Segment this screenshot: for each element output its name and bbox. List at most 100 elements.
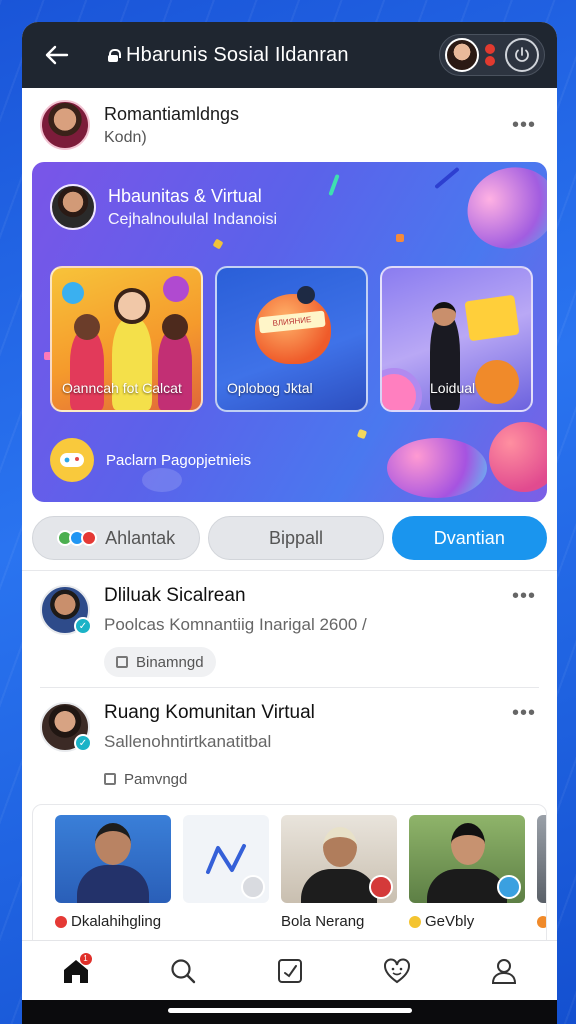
chip-label: Pamvngd (124, 770, 188, 788)
back-arrow-icon (45, 45, 69, 65)
robot-figure (475, 360, 519, 404)
person-photo (183, 815, 269, 903)
profile-icon (491, 958, 516, 984)
person-name: Bola Nerang (281, 913, 365, 930)
card-figure (297, 286, 315, 304)
post-text: Sallenohntirtkanatitbal (104, 732, 272, 751)
app-title: Hbarunis Sosial Ildanran (126, 43, 349, 66)
person-label: Bola Nerang (281, 913, 397, 930)
confetti (396, 234, 404, 242)
top-actions (439, 34, 545, 76)
person-head (95, 823, 131, 865)
person-name: Dkalahihgling (71, 913, 162, 930)
tab-dvantian[interactable]: Dvantian (391, 516, 547, 560)
status-dot-icon (55, 915, 67, 928)
nav-profile[interactable] (484, 951, 524, 991)
verified-icon: ✓ (74, 734, 92, 752)
person-card[interactable]: Dkalahihgling (55, 815, 171, 945)
power-button[interactable] (505, 38, 539, 72)
nav-create[interactable] (270, 951, 310, 991)
edit-icon (277, 958, 302, 983)
nav-search[interactable] (163, 951, 203, 991)
card-figure (114, 288, 150, 324)
confetti (356, 428, 368, 440)
game-controller-icon[interactable] (50, 438, 94, 482)
person-label: G (537, 913, 546, 930)
list-item[interactable]: ✓ Dliluak Sicalrean Poolcas Komnantiig I… (22, 571, 557, 687)
tab-ahlantak[interactable]: Ahlantak (32, 516, 201, 560)
card-tag (464, 294, 520, 342)
heart-chat-icon (383, 958, 410, 983)
tab-bippall[interactable]: Bippall (208, 516, 384, 560)
person-head (451, 823, 485, 865)
header-post-sub: Kodn) (104, 128, 147, 146)
balloon-icon (62, 282, 84, 304)
more-icon[interactable]: ••• (509, 585, 539, 608)
title-wrap: Hbarunis Sosial Ildanran (108, 44, 439, 67)
banner-avatar (50, 184, 96, 230)
header-post-name[interactable]: Romantiamldngs (104, 104, 509, 125)
nav-home[interactable]: 1 (56, 951, 96, 991)
nav-activity[interactable] (377, 951, 417, 991)
header-post: Romantiamldngs Kodn) ••• (22, 88, 557, 162)
person-photo (55, 815, 171, 903)
person-card[interactable]: GeVbly (409, 815, 525, 945)
card-label: Oanncah fot Calcat (62, 380, 182, 396)
system-home-bar (22, 1000, 557, 1024)
decor-ring (382, 368, 422, 410)
avatar[interactable]: ✓ (40, 702, 92, 752)
card-figure (70, 330, 104, 410)
people-carousel[interactable]: Dkalahihgling Bola Nerang GeVbly (32, 804, 547, 946)
post-author[interactable]: Dliluak Sicalrean (104, 585, 509, 607)
confetti (328, 173, 340, 197)
banner-cards: Oanncah fot Calcat ВЛИЯНИЕ Oplobog Jktal… (50, 266, 533, 412)
tab-label: Dvantian (433, 527, 505, 548)
tab-label: Ahlantak (105, 527, 176, 548)
card-figure (158, 330, 192, 410)
confetti (212, 238, 224, 250)
avatar[interactable] (40, 100, 90, 150)
person-card[interactable]: Bola Nerang (281, 815, 397, 945)
more-icon[interactable]: ••• (509, 702, 539, 725)
person-body (427, 869, 507, 903)
person-photo (537, 815, 546, 903)
post-chip[interactable]: Pamvngd (104, 764, 199, 794)
card-figure (74, 314, 100, 340)
person-card[interactable]: G (537, 815, 546, 945)
event-card[interactable]: ВЛИЯНИЕ Oplobog Jktal (215, 266, 368, 412)
post-body: Ruang Komunitan Virtual Sallenohntirtkan… (104, 702, 509, 794)
post-body: Dliluak Sicalrean Poolcas Komnantiig Ina… (104, 585, 509, 677)
person-card[interactable] (183, 815, 269, 945)
post-chip[interactable]: Binamngd (104, 647, 216, 677)
decor-blob (387, 438, 487, 498)
profile-avatar[interactable] (445, 38, 479, 72)
badge-icon (241, 875, 265, 899)
banner-footer: Paclarn Pagopjetnieis (50, 438, 251, 482)
chip-icon (104, 773, 116, 785)
notification-icon[interactable] (485, 44, 499, 66)
community-banner[interactable]: Hbaunitas & Virtual Cejhalnoululal Indan… (32, 162, 547, 502)
card-figure (162, 314, 188, 340)
verified-icon: ✓ (74, 617, 92, 635)
banner-text: Hbaunitas & Virtual Cejhalnoululal Indan… (108, 186, 277, 229)
post-author[interactable]: Ruang Komunitan Virtual (104, 702, 509, 724)
lock-icon (108, 48, 121, 62)
header-post-text: Romantiamldngs Kodn) (104, 104, 509, 147)
list-item[interactable]: ✓ Ruang Komunitan Virtual Sallenohntirtk… (22, 688, 557, 804)
back-button[interactable] (42, 40, 72, 70)
bottom-nav: 1 (22, 940, 557, 1000)
person-name: GeVbly (425, 913, 475, 930)
more-icon[interactable]: ••• (509, 114, 539, 137)
post-row: ✓ Ruang Komunitan Virtual Sallenohntirtk… (40, 702, 539, 794)
event-card[interactable]: Loidual (380, 266, 533, 412)
banner-header: Hbaunitas & Virtual Cejhalnoululal Indan… (50, 184, 277, 230)
filter-tabs: Ahlantak Bippall Dvantian (22, 502, 557, 570)
person-head (323, 827, 357, 867)
avatar[interactable]: ✓ (40, 585, 92, 635)
person-body (77, 865, 149, 903)
power-icon (515, 47, 529, 62)
home-indicator[interactable] (168, 1008, 412, 1013)
banner-title: Hbaunitas & Virtual (108, 185, 262, 206)
decor-blob (489, 422, 547, 492)
event-card[interactable]: Oanncah fot Calcat (50, 266, 203, 412)
